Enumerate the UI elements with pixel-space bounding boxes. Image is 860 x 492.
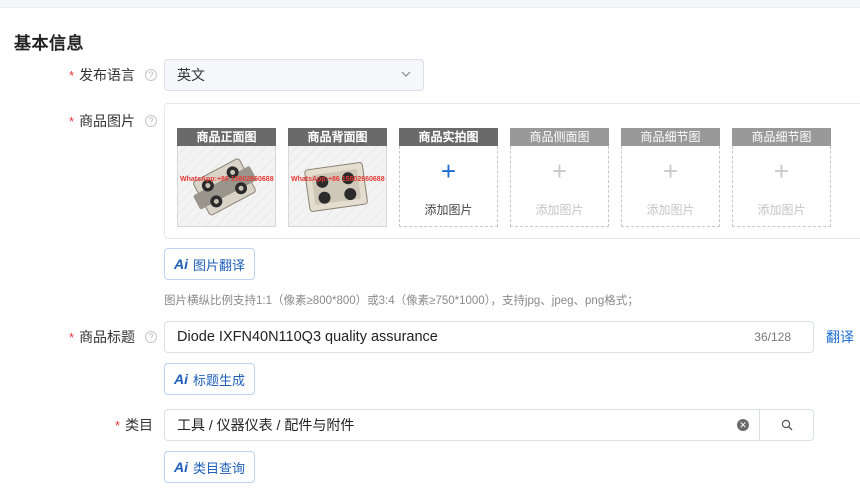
- slot-title: 商品细节图: [621, 128, 720, 146]
- images-label-row: * 商品图片 ?: [69, 111, 158, 131]
- add-image-button[interactable]: + 添加图片: [732, 146, 831, 227]
- diode-module-image: [304, 162, 368, 212]
- watermark-text: WhatsApp:+86 15602660688: [291, 176, 385, 183]
- plus-icon: +: [440, 156, 457, 186]
- image-format-hint: 图片横纵比例支持1:1（像素≥800*800）或3:4（像素≥750*1000）…: [164, 295, 639, 307]
- help-icon[interactable]: ?: [145, 115, 158, 127]
- diode-module-image: [193, 158, 257, 216]
- add-image-label: 添加图片: [757, 203, 806, 217]
- image-slot-back[interactable]: 商品背面图 WhatsApp:+86 15602660688: [288, 128, 387, 228]
- required-mark: *: [69, 67, 75, 83]
- slot-title: 商品背面图: [288, 128, 387, 146]
- chevron-down-icon: [401, 69, 411, 81]
- image-slot-front[interactable]: 商品正面图 WhatsApp:+86 15602660688: [177, 128, 276, 228]
- language-label: 发布语言: [79, 67, 136, 83]
- add-image-button[interactable]: + 添加图片: [621, 146, 720, 227]
- title-label: 商品标题: [79, 329, 136, 345]
- title-label-row: * 商品标题 ?: [69, 327, 158, 347]
- search-icon: [781, 419, 792, 431]
- category-label: 类目: [125, 417, 154, 433]
- add-image-label: 添加图片: [535, 203, 584, 217]
- image-slot-detail-2[interactable]: 商品细节图 + 添加图片: [732, 128, 831, 228]
- section-title: 基本信息: [14, 34, 84, 53]
- language-value: 英文: [177, 67, 205, 83]
- ai-icon: Ai: [174, 459, 188, 475]
- title-value: Diode IXFN40N110Q3 quality assurance: [177, 329, 438, 345]
- required-mark: *: [115, 417, 121, 433]
- ai-icon: Ai: [174, 371, 188, 387]
- add-image-label: 添加图片: [424, 203, 473, 217]
- top-bar: [0, 0, 860, 8]
- title-generate-button[interactable]: Ai 标题生成: [164, 363, 256, 395]
- category-input[interactable]: 工具 / 仪器仪表 / 配件与附件 ✕: [164, 409, 814, 441]
- product-photo[interactable]: WhatsApp:+86 15602660688: [288, 146, 387, 227]
- category-query-label: 类目查询: [193, 460, 246, 476]
- language-label-row: * 发布语言 ?: [69, 65, 158, 85]
- image-translate-button[interactable]: Ai 图片翻译: [164, 248, 256, 280]
- category-label-row: * 类目: [115, 415, 153, 435]
- image-slot-real[interactable]: 商品实拍图 + 添加图片: [399, 128, 498, 228]
- clear-icon[interactable]: ✕: [737, 419, 749, 431]
- char-counter: 36/128: [754, 330, 791, 344]
- slot-title: 商品细节图: [732, 128, 831, 146]
- plus-icon: +: [662, 156, 679, 186]
- image-upload-panel: 商品正面图 WhatsApp:+86 15602660688 商品背面图 Wha…: [164, 103, 860, 239]
- add-image-button[interactable]: + 添加图片: [399, 146, 498, 227]
- image-slot-detail-1[interactable]: 商品细节图 + 添加图片: [621, 128, 720, 228]
- product-photo[interactable]: WhatsApp:+86 15602660688: [177, 146, 276, 227]
- watermark-text: WhatsApp:+86 15602660688: [180, 176, 274, 183]
- title-input[interactable]: Diode IXFN40N110Q3 quality assurance 36/…: [164, 321, 814, 353]
- category-search-button[interactable]: [759, 410, 813, 440]
- category-value: 工具 / 仪器仪表 / 配件与附件: [177, 417, 355, 433]
- title-translate-link[interactable]: 翻译: [826, 327, 854, 347]
- category-query-button[interactable]: Ai 类目查询: [164, 451, 256, 483]
- images-label: 商品图片: [79, 113, 136, 129]
- plus-icon: +: [773, 156, 790, 186]
- help-icon[interactable]: ?: [145, 69, 158, 81]
- add-image-label: 添加图片: [646, 203, 695, 217]
- image-slot-side[interactable]: 商品侧面图 + 添加图片: [510, 128, 609, 228]
- slot-title: 商品正面图: [177, 128, 276, 146]
- slot-title: 商品实拍图: [399, 128, 498, 146]
- language-select[interactable]: 英文: [164, 59, 424, 91]
- required-mark: *: [69, 329, 75, 345]
- required-mark: *: [69, 113, 75, 129]
- help-icon[interactable]: ?: [145, 331, 158, 343]
- add-image-button[interactable]: + 添加图片: [510, 146, 609, 227]
- slot-title: 商品侧面图: [510, 128, 609, 146]
- image-translate-label: 图片翻译: [193, 257, 246, 273]
- title-generate-label: 标题生成: [193, 372, 246, 388]
- plus-icon: +: [551, 156, 568, 186]
- ai-icon: Ai: [174, 256, 188, 272]
